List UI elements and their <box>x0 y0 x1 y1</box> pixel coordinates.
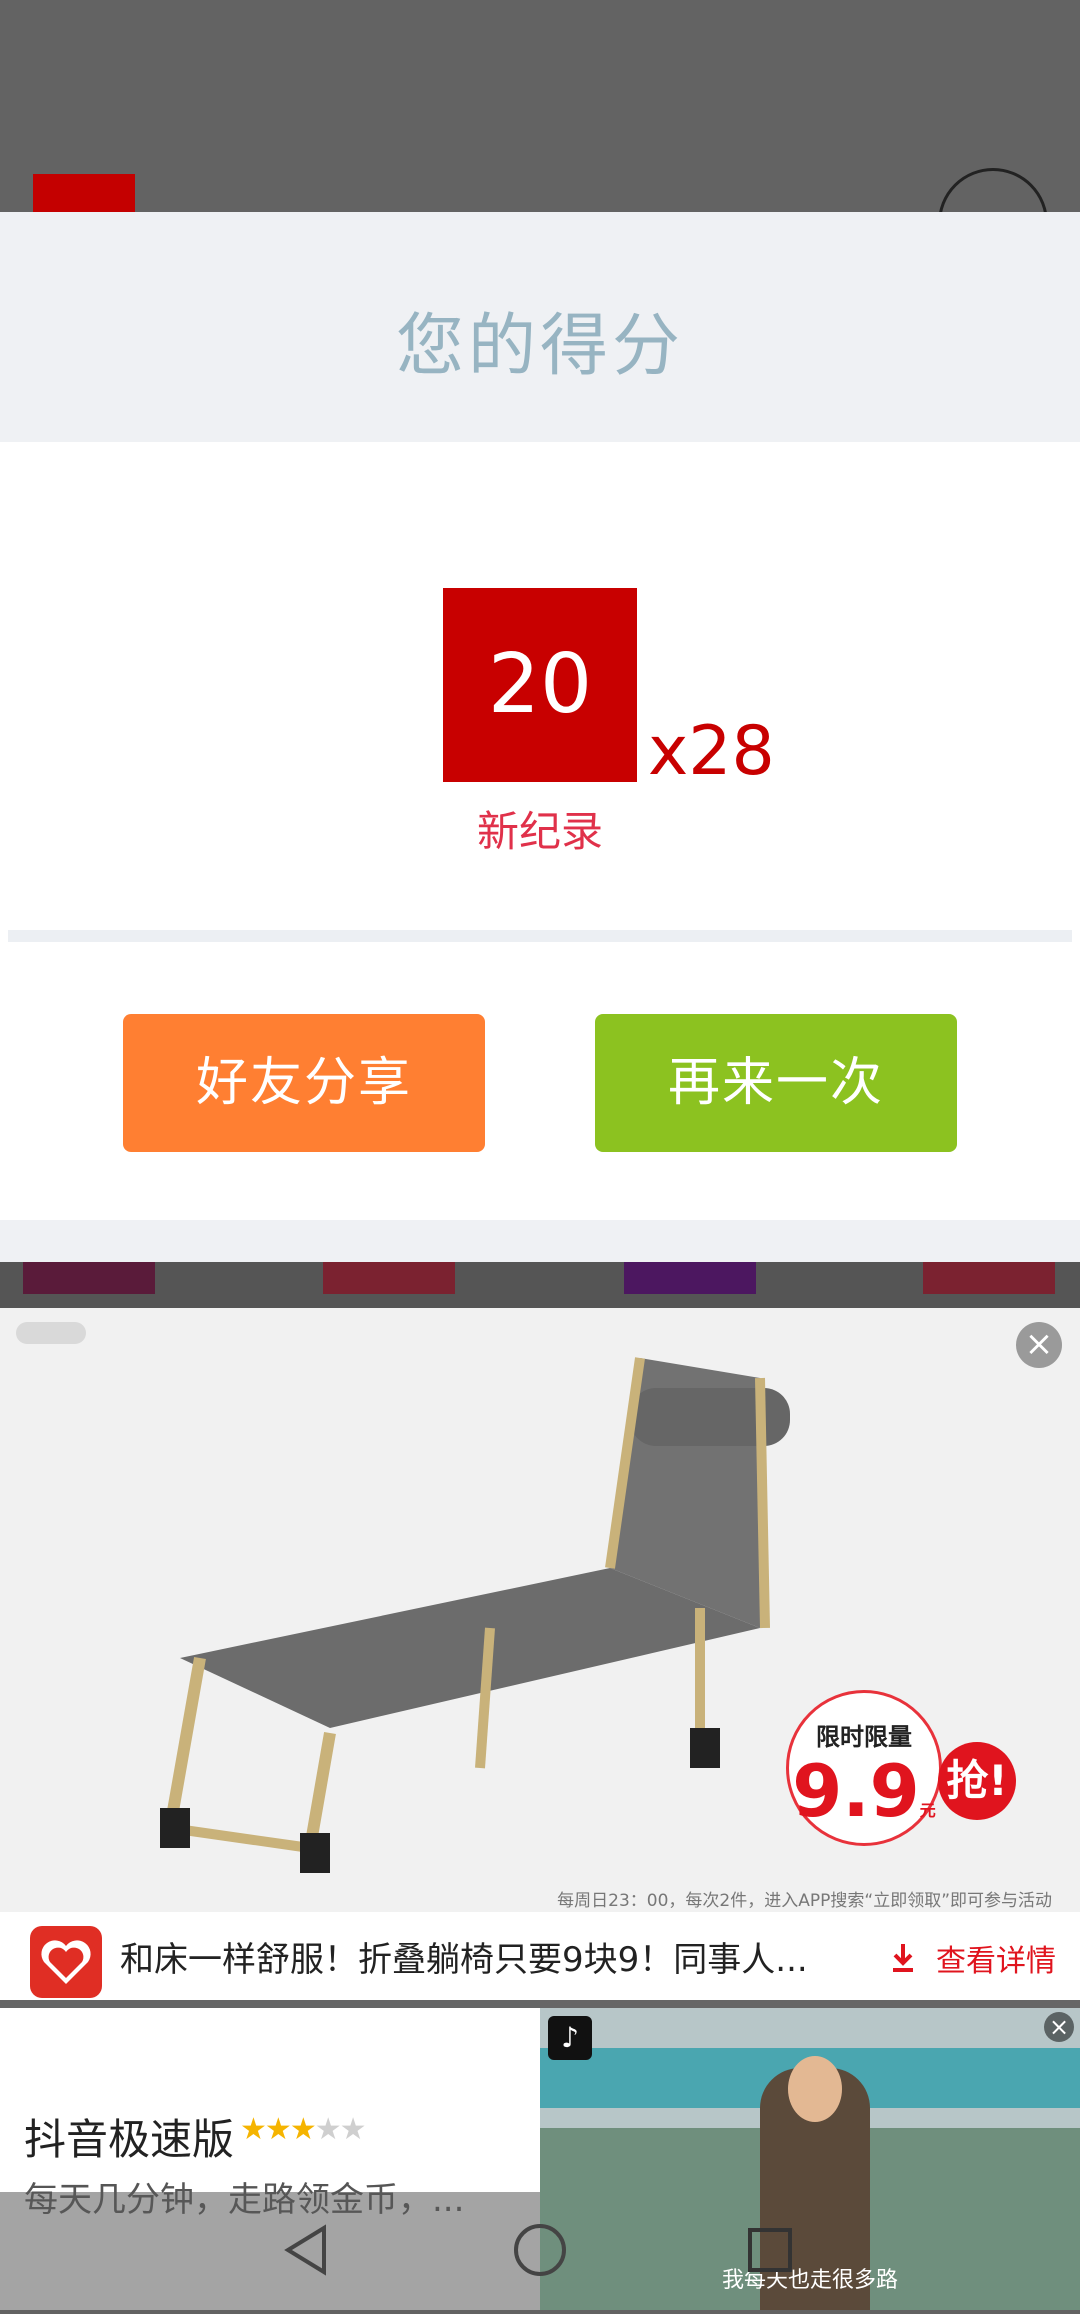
dialog-title: 您的得分 <box>395 307 684 386</box>
share-button[interactable]: 好友分享 <box>123 1014 485 1152</box>
price-badge: 限时限量 9.9元 <box>786 1690 942 1846</box>
close-icon[interactable]: × <box>1016 1322 1062 1368</box>
ad-separator <box>0 2000 1080 2008</box>
retry-button[interactable]: 再来一次 <box>595 1014 957 1152</box>
view-details-label: 查看详情 <box>936 1944 1056 1979</box>
background-score-tile <box>33 174 135 212</box>
system-nav-bar <box>0 2192 566 2310</box>
product-ad[interactable]: × 限时限量 9.9元 抢! 每周日23：00，每次2件，进入APP搜索“立即领… <box>0 1308 1080 1912</box>
star-icon: ★ <box>314 2112 342 2147</box>
star-icon: ★ <box>289 2112 317 2147</box>
video-person-head <box>788 2056 842 2122</box>
star-icon: ★ <box>240 2112 267 2147</box>
ad-headline: 和床一样舒服！折叠躺椅只要9块9！同事人... <box>120 1940 808 1980</box>
strip-block <box>23 1262 155 1294</box>
view-details-link[interactable]: 查看详情 <box>936 1936 1056 1980</box>
strip-block <box>923 1262 1055 1294</box>
dialog-footer <box>0 1220 1080 1262</box>
score-tile: 20 <box>443 588 637 782</box>
ad-fine-print: 每周日23：00，每次2件，进入APP搜索“立即领取”即可参与活动 <box>557 1891 1052 1911</box>
divider <box>8 930 1072 942</box>
price-unit: 元 <box>919 1801 936 1820</box>
back-icon[interactable] <box>248 2192 368 2310</box>
price-badge-top: 限时限量 <box>816 1723 912 1751</box>
douyin-icon: ♪ <box>548 2016 592 2060</box>
grab-badge: 抢! <box>938 1742 1016 1820</box>
new-record-label: 新纪录 <box>476 807 603 856</box>
strip-block <box>624 1262 756 1294</box>
ad-label-pill <box>16 1322 86 1344</box>
product-ad-bar[interactable]: 和床一样舒服！折叠躺椅只要9块9！同事人... 查看详情 <box>0 1912 1080 2000</box>
rating-stars: ★★★★★ <box>240 2112 367 2147</box>
star-icon: ★ <box>264 2112 292 2147</box>
price-value: 9.9元 <box>789 1752 939 1850</box>
score-multiplier: x28 <box>648 712 775 791</box>
score-dialog-body: 20 x28 新纪录 好友分享 再来一次 <box>0 442 1080 1220</box>
download-icon <box>890 1942 916 1972</box>
close-icon[interactable]: × <box>1044 2012 1074 2042</box>
app-name: 抖音极速版 <box>24 2115 235 2164</box>
heart-logo-icon <box>41 1940 91 1984</box>
price-number: 9.9 <box>792 1749 920 1833</box>
background-strip <box>0 1262 1080 1308</box>
star-icon: ★ <box>339 2112 367 2147</box>
home-icon[interactable] <box>480 2192 600 2310</box>
recents-icon[interactable] <box>710 2192 830 2310</box>
strip-block <box>323 1262 455 1294</box>
score-dialog-header: 您的得分 <box>0 212 1080 442</box>
pinduoduo-logo <box>30 1926 102 1998</box>
